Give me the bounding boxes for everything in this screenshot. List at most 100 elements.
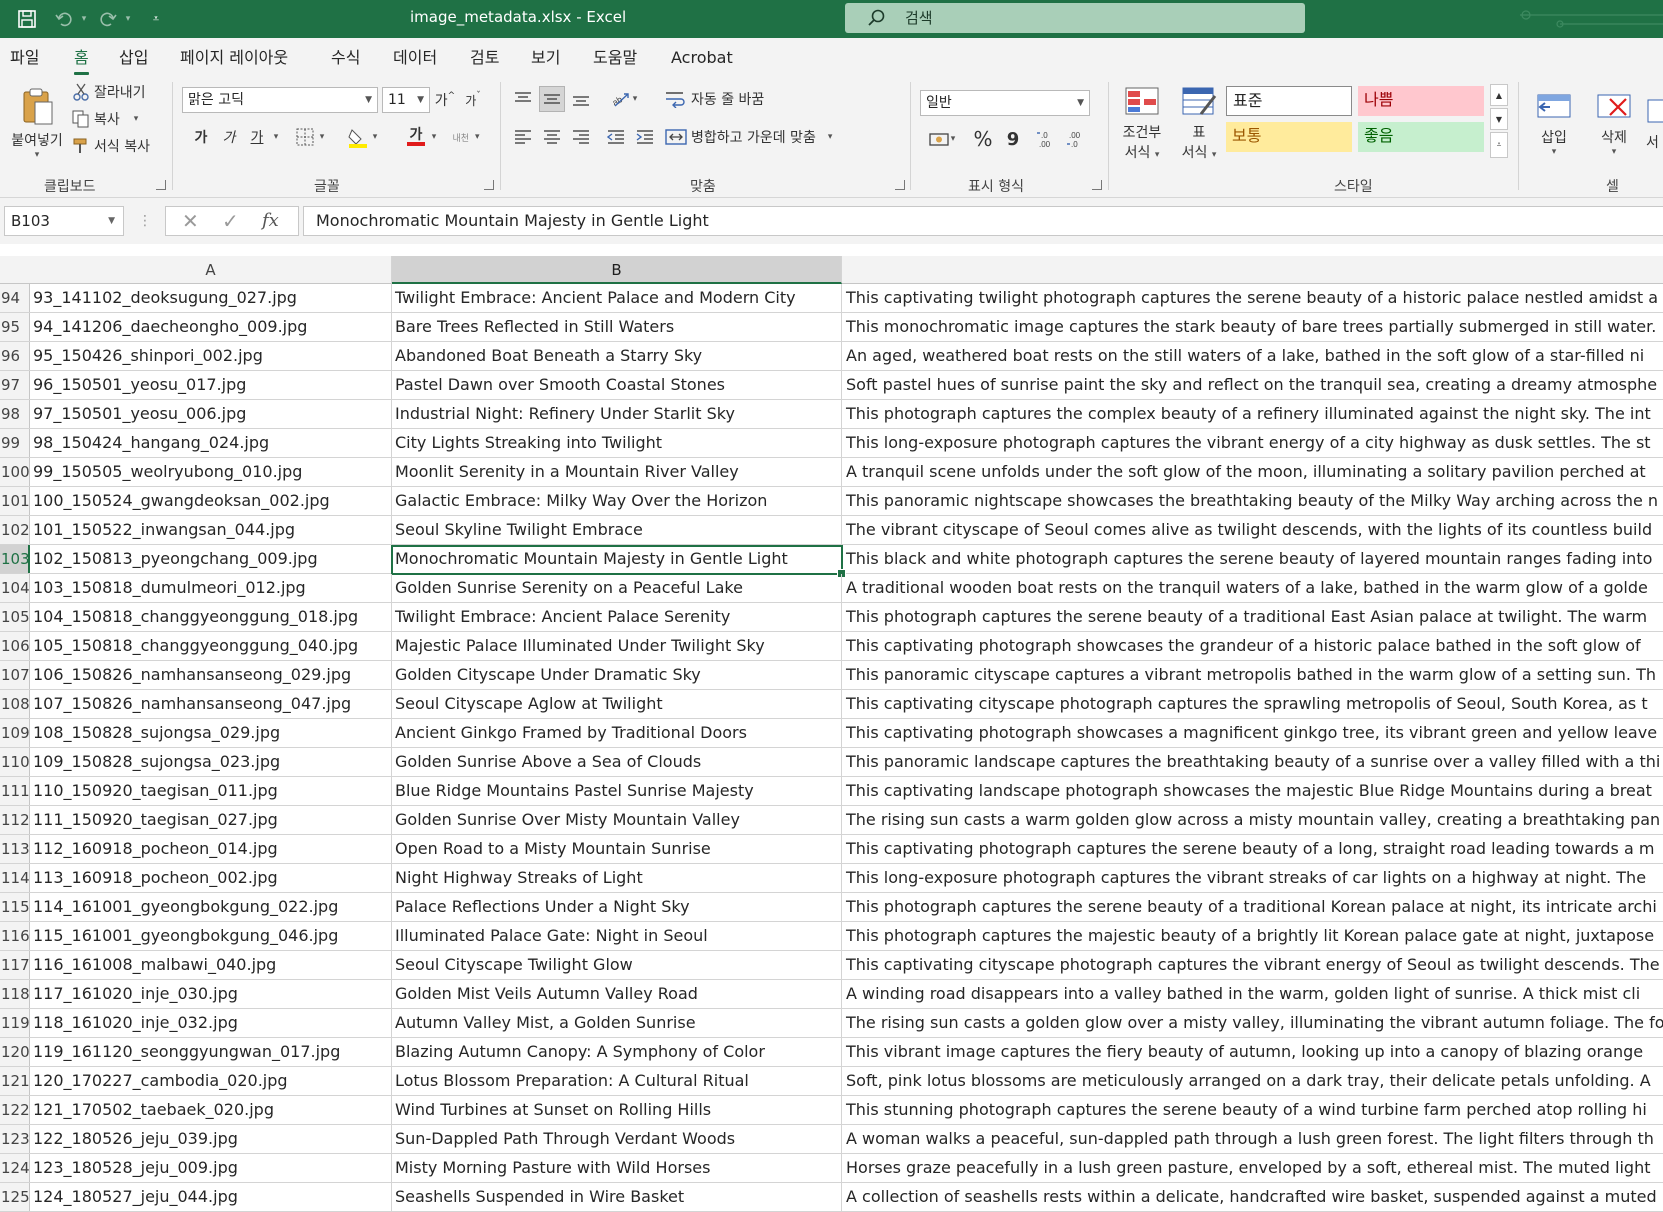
- cell-filename[interactable]: 97_150501_yeosu_006.jpg: [30, 400, 392, 428]
- tab-review[interactable]: 검토: [470, 38, 499, 78]
- cut-button[interactable]: 잘라내기: [72, 80, 146, 104]
- cell-description[interactable]: Soft, pink lotus blossoms are meticulous…: [842, 1067, 1663, 1095]
- cell-description[interactable]: The rising sun casts a warm golden glow …: [842, 806, 1663, 834]
- cell-title[interactable]: Misty Morning Pasture with Wild Horses: [392, 1154, 842, 1182]
- row-header[interactable]: 110: [0, 748, 30, 776]
- cell-title[interactable]: Seoul Cityscape Twilight Glow: [392, 951, 842, 979]
- cell-title[interactable]: Majestic Palace Illuminated Under Twilig…: [392, 632, 842, 660]
- style-good[interactable]: 좋음: [1358, 122, 1484, 152]
- cell-filename[interactable]: 94_141206_daecheongho_009.jpg: [30, 313, 392, 341]
- font-size-combo[interactable]: 11 ▼: [382, 87, 430, 113]
- cell-title[interactable]: Abandoned Boat Beneath a Starry Sky: [392, 342, 842, 370]
- row-header[interactable]: 123: [0, 1125, 30, 1153]
- cell-description[interactable]: This photograph captures the serene beau…: [842, 893, 1663, 921]
- row-header[interactable]: 95: [0, 313, 30, 341]
- cell-title[interactable]: Moonlit Serenity in a Mountain River Val…: [392, 458, 842, 486]
- underline-button[interactable]: 가: [246, 124, 268, 150]
- row-header[interactable]: 100: [0, 458, 30, 486]
- tab-acrobat[interactable]: Acrobat: [671, 38, 733, 78]
- font-launcher-icon[interactable]: [484, 180, 494, 190]
- cell-title[interactable]: Open Road to a Misty Mountain Sunrise: [392, 835, 842, 863]
- cell-title[interactable]: Monochromatic Mountain Majesty in Gentle…: [392, 545, 842, 573]
- cell-filename[interactable]: 118_161020_inje_032.jpg: [30, 1009, 392, 1037]
- alignment-launcher-icon[interactable]: [895, 180, 905, 190]
- cell-description[interactable]: Soft pastel hues of sunrise paint the sk…: [842, 371, 1663, 399]
- cell-filename[interactable]: 100_150524_gwangdeoksan_002.jpg: [30, 487, 392, 515]
- cell-filename[interactable]: 119_161120_seonggyungwan_017.jpg: [30, 1038, 392, 1066]
- cell-description[interactable]: This captivating photograph showcases th…: [842, 632, 1663, 660]
- cell-description[interactable]: This panoramic cityscape captures a vibr…: [842, 661, 1663, 689]
- copy-button[interactable]: 복사 ▾: [72, 107, 138, 131]
- number-format-combo[interactable]: 일반 ▼: [920, 90, 1090, 116]
- cell-title[interactable]: Seoul Cityscape Aglow at Twilight: [392, 690, 842, 718]
- cell-description[interactable]: This panoramic nightscape showcases the …: [842, 487, 1663, 515]
- cell-filename[interactable]: 104_150818_changgyeonggung_018.jpg: [30, 603, 392, 631]
- cell-description[interactable]: A collection of seashells rests within a…: [842, 1183, 1663, 1211]
- styles-more-button[interactable]: ⩡: [1490, 132, 1508, 158]
- cell-description[interactable]: This captivating photograph showcases a …: [842, 719, 1663, 747]
- style-bad[interactable]: 나쁨: [1358, 86, 1484, 116]
- customize-quick-access-icon[interactable]: ⩡: [148, 6, 164, 32]
- row-header[interactable]: 119: [0, 1009, 30, 1037]
- decrease-indent-button[interactable]: [603, 124, 629, 150]
- cell-title[interactable]: Seoul Skyline Twilight Embrace: [392, 516, 842, 544]
- cell-description[interactable]: This captivating cityscape photograph ca…: [842, 690, 1663, 718]
- cell-title[interactable]: Blue Ridge Mountains Pastel Sunrise Maje…: [392, 777, 842, 805]
- cell-filename[interactable]: 103_150818_dumulmeori_012.jpg: [30, 574, 392, 602]
- row-header[interactable]: 115: [0, 893, 30, 921]
- row-header[interactable]: 120: [0, 1038, 30, 1066]
- align-center-button[interactable]: [539, 124, 565, 150]
- row-header[interactable]: 97: [0, 371, 30, 399]
- row-header[interactable]: 109: [0, 719, 30, 747]
- increase-indent-button[interactable]: [632, 124, 658, 150]
- tab-formulas[interactable]: 수식: [331, 38, 360, 78]
- cell-filename[interactable]: 113_160918_pocheon_002.jpg: [30, 864, 392, 892]
- cell-description[interactable]: The rising sun casts a golden glow over …: [842, 1009, 1663, 1037]
- cell-filename[interactable]: 122_180526_jeju_039.jpg: [30, 1125, 392, 1153]
- formula-input[interactable]: Monochromatic Mountain Majesty in Gentle…: [303, 206, 1663, 236]
- cell-title[interactable]: Golden Sunrise Above a Sea of Clouds: [392, 748, 842, 776]
- cell-title[interactable]: Pastel Dawn over Smooth Coastal Stones: [392, 371, 842, 399]
- cell-filename[interactable]: 102_150813_pyeongchang_009.jpg: [30, 545, 392, 573]
- merge-center-button[interactable]: 병합하고 가운데 맞춤 ▾: [665, 124, 832, 150]
- row-header[interactable]: 103: [0, 545, 30, 573]
- cell-filename[interactable]: 121_170502_taebaek_020.jpg: [30, 1096, 392, 1124]
- insert-cells-button[interactable]: 삽입 ▾: [1526, 82, 1582, 166]
- tab-data[interactable]: 데이터: [393, 38, 437, 78]
- align-top-button[interactable]: [510, 86, 536, 112]
- cell-description[interactable]: This black and white photograph captures…: [842, 545, 1663, 573]
- save-icon[interactable]: [14, 6, 40, 32]
- name-box[interactable]: B103 ▼: [4, 206, 124, 236]
- cell-description[interactable]: This long-exposure photograph captures t…: [842, 864, 1663, 892]
- row-header[interactable]: 121: [0, 1067, 30, 1095]
- cancel-icon[interactable]: ✕: [182, 207, 199, 235]
- row-header[interactable]: 94: [0, 284, 30, 312]
- cell-filename[interactable]: 120_170227_cambodia_020.jpg: [30, 1067, 392, 1095]
- cell-filename[interactable]: 93_141102_deoksugung_027.jpg: [30, 284, 392, 312]
- row-header[interactable]: 105: [0, 603, 30, 631]
- column-header-b[interactable]: B: [392, 256, 842, 284]
- cell-filename[interactable]: 116_161008_malbawi_040.jpg: [30, 951, 392, 979]
- cell-title[interactable]: Galactic Embrace: Milky Way Over the Hor…: [392, 487, 842, 515]
- formula-bar-resize-handle[interactable]: ⋮: [138, 210, 152, 232]
- row-header[interactable]: 98: [0, 400, 30, 428]
- cell-title[interactable]: Golden Sunrise Over Misty Mountain Valle…: [392, 806, 842, 834]
- cell-filename[interactable]: 107_150826_namhansanseong_047.jpg: [30, 690, 392, 718]
- row-header[interactable]: 106: [0, 632, 30, 660]
- cell-description[interactable]: This photograph captures the serene beau…: [842, 603, 1663, 631]
- cell-description[interactable]: An aged, weathered boat rests on the sti…: [842, 342, 1663, 370]
- cell-title[interactable]: Blazing Autumn Canopy: A Symphony of Col…: [392, 1038, 842, 1066]
- row-header[interactable]: 112: [0, 806, 30, 834]
- underline-dropdown-icon[interactable]: ▾: [270, 124, 282, 150]
- cell-filename[interactable]: 117_161020_inje_030.jpg: [30, 980, 392, 1008]
- cell-description[interactable]: This captivating photograph captures the…: [842, 835, 1663, 863]
- cell-title[interactable]: Illuminated Palace Gate: Night in Seoul: [392, 922, 842, 950]
- row-header[interactable]: 104: [0, 574, 30, 602]
- cell-title[interactable]: Ancient Ginkgo Framed by Traditional Doo…: [392, 719, 842, 747]
- percent-button[interactable]: %: [970, 126, 996, 152]
- cell-filename[interactable]: 114_161001_gyeongbokgung_022.jpg: [30, 893, 392, 921]
- cell-filename[interactable]: 101_150522_inwangsan_044.jpg: [30, 516, 392, 544]
- cell-filename[interactable]: 99_150505_weolryubong_010.jpg: [30, 458, 392, 486]
- shrink-font-button[interactable]: 가ˇ: [462, 88, 484, 112]
- align-middle-button[interactable]: [539, 86, 565, 112]
